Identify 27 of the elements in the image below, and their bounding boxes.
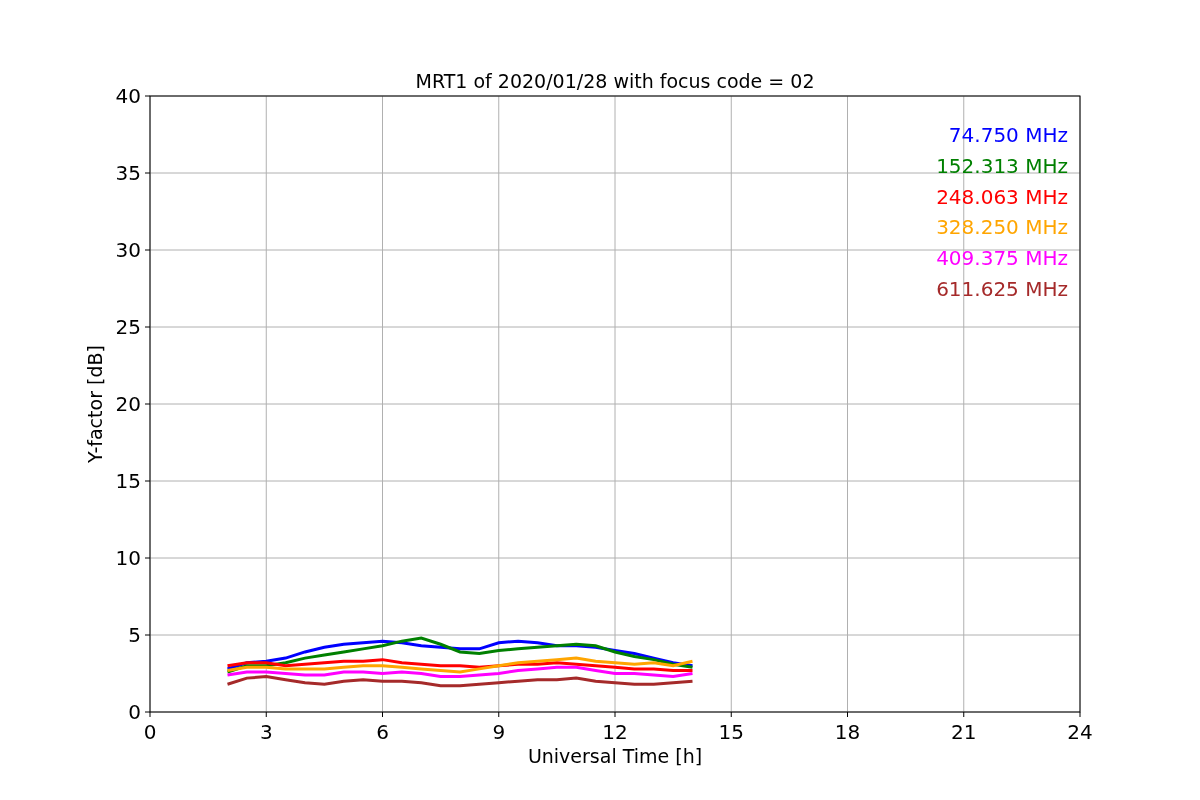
x-tick-label: 24 [1067, 720, 1093, 744]
legend-label: 409.375 MHz [936, 246, 1068, 271]
x-tick-label: 21 [951, 720, 977, 744]
x-tick-label: 12 [602, 720, 628, 744]
y-tick-label: 0 [128, 700, 141, 724]
chart-title: MRT1 of 2020/01/28 with focus code = 02 [415, 70, 815, 92]
legend-label: 248.063 MHz [936, 184, 1068, 209]
y-tick-label: 30 [115, 238, 141, 262]
y-tick-label: 5 [128, 623, 141, 647]
x-tick-label: 9 [492, 720, 506, 744]
x-axis-label: Universal Time [h] [527, 745, 703, 767]
x-tick-label: 18 [834, 720, 861, 744]
y-tick-label: 25 [115, 315, 141, 339]
y-tick-label: 40 [115, 84, 141, 108]
y-tick-label: 15 [115, 469, 141, 493]
legend-label: 74.750 MHz [948, 123, 1068, 147]
y-tick-label: 35 [115, 161, 141, 185]
y-axis-label: Y-factor [dB] [84, 345, 106, 463]
legend-label: 152.313 MHz [936, 153, 1068, 178]
y-tick-label: 20 [115, 392, 141, 416]
x-tick-label: 3 [259, 720, 273, 744]
y-tick-label: 10 [115, 546, 141, 570]
x-tick-label: 0 [143, 720, 157, 744]
legend-label: 328.250 MHz [936, 215, 1068, 240]
x-tick-label: 15 [718, 720, 744, 744]
x-tick-label: 6 [376, 720, 389, 744]
legend-label: 611.625 MHz [936, 277, 1068, 301]
